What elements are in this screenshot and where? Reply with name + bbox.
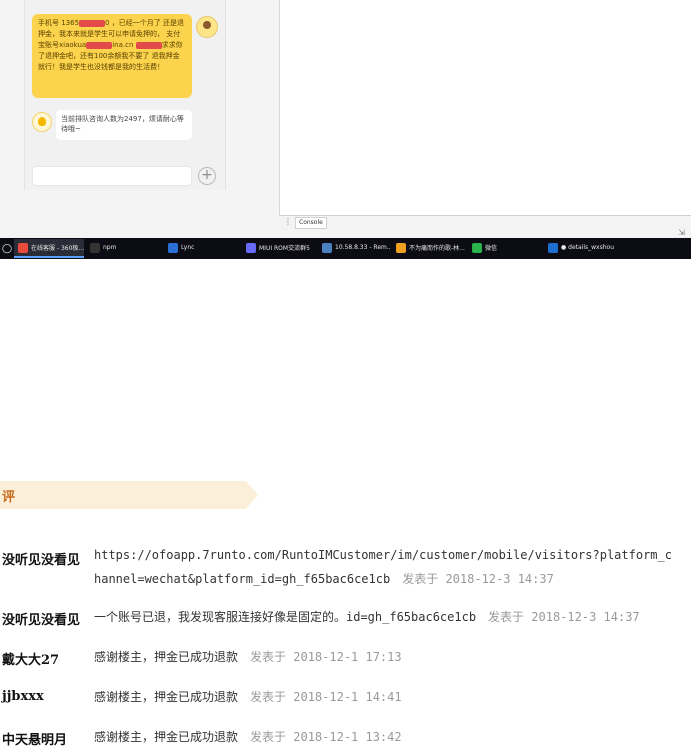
- taskbar-item[interactable]: ● details_wxshouf...: [544, 239, 614, 258]
- comment-author[interactable]: 没听见没看见: [2, 609, 80, 628]
- devtools-panel: [279, 0, 691, 228]
- redaction-mark: [79, 19, 106, 27]
- app-icon: [472, 242, 482, 253]
- comment-text: 感谢楼主，押金已成功退款: [94, 730, 239, 744]
- user-message-mid2: ina.cn: [112, 41, 134, 49]
- taskbar-item[interactable]: Lync: [164, 239, 240, 258]
- windows-taskbar: ◯ 在线客服 - 360极... npm Lync MIUI ROM交流群5 10.58…: [0, 238, 691, 259]
- comment-text[interactable]: https://ofoapp.7runto.com/RuntoIMCustome…: [94, 548, 672, 586]
- taskbar-item-label: npm: [103, 244, 117, 251]
- comment-timestamp: 发表于 2018-12-1 13:42: [250, 730, 402, 744]
- taskbar-item[interactable]: 微信: [468, 239, 542, 258]
- taskbar-item-label: 不为痛而作的歌-林...: [409, 245, 465, 252]
- comment-timestamp: 发表于 2018-12-1 17:13: [250, 650, 402, 664]
- taskbar-item-label: ● details_wxshouf...: [561, 244, 614, 251]
- bot-avatar: [32, 112, 52, 132]
- comment-body: 感谢楼主，押金已成功退款 发表于 2018-12-1 17:13: [94, 645, 674, 669]
- taskbar-item[interactable]: 10.58.8.33 - Rem...: [318, 239, 390, 258]
- app-icon: [322, 242, 332, 253]
- taskbar-item-label: MIUI ROM交流群5: [259, 245, 310, 252]
- add-icon[interactable]: +: [198, 167, 216, 185]
- comment-author[interactable]: jjbxxx: [2, 689, 44, 704]
- comment-author[interactable]: 没听见没看见: [2, 549, 80, 568]
- comment-timestamp: 发表于 2018-12-3 14:37: [488, 610, 640, 624]
- taskbar-item-label: 在线客服 - 360极...: [31, 245, 84, 252]
- comment-text: 感谢楼主，押金已成功退款: [94, 650, 239, 664]
- more-icon[interactable]: ⋮: [284, 217, 292, 226]
- comment-text: 一个账号已退，我发现客服连接好像是固定的。id=gh_f65bac6ce1cb: [94, 610, 477, 624]
- comment-timestamp: 发表于 2018-12-3 14:37: [402, 572, 554, 586]
- console-drawer: ⋮ Console: [279, 215, 691, 229]
- comment-body: https://ofoapp.7runto.com/RuntoIMCustome…: [94, 543, 674, 591]
- app-icon: [90, 242, 100, 253]
- comment-author[interactable]: 中天悬明月: [2, 729, 67, 748]
- user-message-pre: 手机号 1365: [38, 19, 80, 27]
- redaction-mark: [135, 41, 162, 49]
- taskbar-item[interactable]: npm: [86, 239, 162, 258]
- tab-console[interactable]: Console: [295, 217, 327, 229]
- comment-body: 感谢楼主，押金已成功退款 发表于 2018-12-1 13:42: [94, 725, 674, 749]
- comment-body: 感谢楼主，押金已成功退款 发表于 2018-12-1 14:41: [94, 685, 674, 709]
- comment-author[interactable]: 戴大大27: [2, 649, 59, 668]
- app-icon: [246, 242, 256, 253]
- pin-icon[interactable]: ⇲: [678, 228, 685, 237]
- app-icon: [18, 242, 28, 253]
- taskbar-item-label: 微信: [485, 245, 498, 252]
- taskbar-item-label: 10.58.8.33 - Rem...: [335, 244, 390, 251]
- taskbar-item[interactable]: MIUI ROM交流群5: [242, 239, 316, 258]
- comments-section-tag: 评: [0, 481, 258, 509]
- chat-input[interactable]: [32, 166, 192, 186]
- user-avatar: [196, 16, 218, 38]
- app-icon: [396, 242, 406, 253]
- app-icon: [168, 242, 178, 253]
- user-message-bubble: 手机号 1365 0 ，已经一个月了 还是退押金，我本来就是学生可以申请免押的， …: [32, 14, 192, 98]
- comment-text: 感谢楼主，押金已成功退款: [94, 690, 239, 704]
- app-icon: [548, 242, 558, 253]
- taskbar-item-label: Lync: [181, 244, 195, 251]
- embedded-screenshot: 手机号 1365 0 ，已经一个月了 还是退押金，我本来就是学生可以申请免押的， …: [0, 0, 691, 259]
- comment-body: 一个账号已退，我发现客服连接好像是固定的。id=gh_f65bac6ce1cb 发…: [94, 605, 674, 629]
- start-icon[interactable]: ◯: [0, 238, 14, 259]
- comment-timestamp: 发表于 2018-12-1 14:41: [250, 690, 402, 704]
- taskbar-item[interactable]: 不为痛而作的歌-林...: [392, 239, 466, 258]
- redaction-mark: [86, 41, 113, 49]
- taskbar-item[interactable]: 在线客服 - 360极...: [14, 239, 84, 258]
- bot-message-bubble: 当前排队咨询人数为2497，烦请耐心等待哦~: [56, 110, 192, 140]
- section-tag-label: 评: [2, 490, 16, 505]
